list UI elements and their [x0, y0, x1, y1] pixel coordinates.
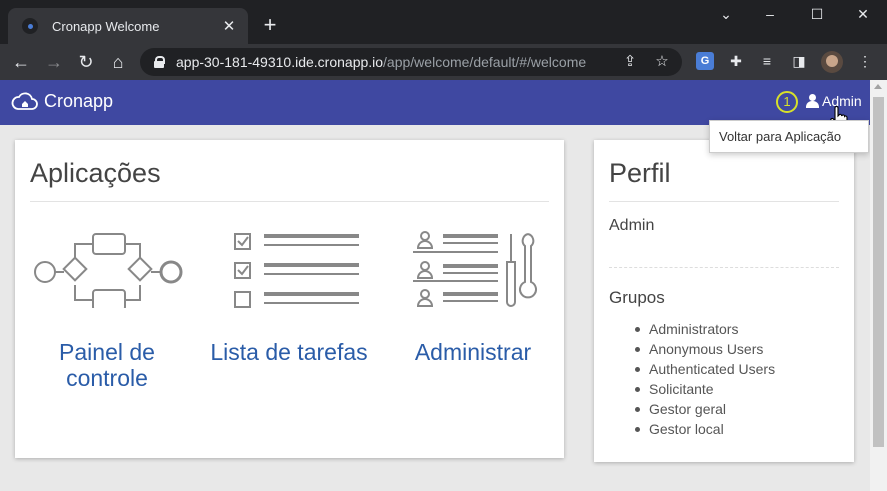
chevron-down-icon[interactable]: ⌄	[714, 6, 738, 23]
forward-arrow-icon[interactable]: →	[41, 49, 67, 75]
menu-item-voltar[interactable]: Voltar para Aplicação	[719, 129, 841, 144]
browser-toolbar: ← → ↻ ⌂ app-30-181-49310.ide.cronapp.io /…	[0, 44, 887, 80]
maximize-button[interactable]: ☐	[805, 6, 829, 23]
new-tab-button[interactable]: +	[258, 12, 282, 38]
lock-icon	[154, 56, 165, 68]
group-item: Anonymous Users	[634, 339, 775, 359]
page-viewport: Cronapp 1 Admin Aplicações Painel de con…	[0, 80, 887, 491]
favicon-icon	[22, 18, 38, 34]
vertical-scrollbar[interactable]	[870, 80, 887, 491]
user-icon	[806, 94, 819, 108]
group-item: Gestor local	[634, 419, 775, 439]
profile-card: Perfil Admin Grupos Administrators Anony…	[594, 140, 854, 462]
groups-title: Grupos	[609, 288, 665, 307]
step-number-badge: 1	[776, 91, 798, 113]
workflow-icon	[34, 233, 183, 311]
scroll-up-arrow-icon[interactable]	[874, 84, 882, 89]
scrollbar-thumb[interactable]	[873, 97, 884, 447]
address-bar[interactable]: app-30-181-49310.ide.cronapp.io/app/welc…	[140, 48, 682, 76]
group-item: Authenticated Users	[634, 361, 776, 377]
app-lista-de-tarefas[interactable]: Lista de tarefas	[209, 228, 369, 365]
brand-logo[interactable]: Cronapp	[10, 90, 113, 112]
group-item: Administrators	[634, 319, 775, 339]
url-host: app-30-181-49310.ide.cronapp.io	[176, 54, 384, 70]
divider	[30, 201, 549, 202]
home-icon[interactable]: ⌂	[105, 49, 131, 75]
app-painel-de-controle[interactable]: Painel de controle	[27, 228, 187, 391]
dashed-divider	[609, 267, 839, 268]
translate-extension-icon[interactable]: G	[696, 52, 714, 70]
menu-kebab-icon[interactable]: ⋮	[854, 50, 876, 72]
close-tab-icon[interactable]: ✕	[220, 17, 238, 35]
profile-avatar[interactable]	[821, 51, 843, 73]
close-window-button[interactable]: ✕	[851, 6, 875, 23]
top-navbar: Cronapp 1 Admin	[0, 80, 870, 125]
group-item: Solicitante	[634, 379, 775, 399]
applications-title: Aplicações	[30, 158, 161, 188]
divider	[609, 201, 839, 202]
group-item: Gestor geral	[634, 399, 775, 419]
browser-tab[interactable]: Cronapp Welcome ✕	[8, 8, 248, 44]
app-label: Lista de tarefas	[210, 339, 368, 365]
app-label: Painel de controle	[59, 339, 155, 391]
tab-title: Cronapp Welcome	[52, 18, 160, 34]
checklist-icon	[234, 233, 359, 308]
minimize-button[interactable]: –	[758, 6, 782, 22]
bookmark-star-icon[interactable]: ☆	[652, 52, 672, 70]
share-icon[interactable]: ⇪	[620, 52, 640, 70]
reload-icon[interactable]: ↻	[73, 49, 99, 75]
profile-title: Perfil	[609, 158, 671, 188]
groups-list: Administrators Anonymous Users Authentic…	[634, 319, 776, 439]
browser-tab-strip: Cronapp Welcome ✕ + ⌄ – ☐ ✕	[0, 0, 887, 44]
extensions-puzzle-icon[interactable]: ✚	[725, 50, 747, 72]
brand-name: Cronapp	[44, 90, 114, 111]
app-label: Administrar	[414, 339, 532, 365]
side-panel-icon[interactable]: ◨	[788, 50, 810, 72]
profile-username: Admin	[609, 217, 655, 234]
applications-card: Aplicações Painel de controle Lista de t…	[15, 140, 564, 458]
back-arrow-icon[interactable]: ←	[8, 49, 34, 75]
media-control-icon[interactable]: ≡	[756, 50, 778, 72]
app-administrar[interactable]: Administrar	[393, 228, 553, 365]
admin-tools-icon	[413, 231, 537, 307]
user-dropdown-menu: Voltar para Aplicação	[709, 120, 869, 153]
cloud-icon	[11, 92, 38, 110]
url-path: /app/welcome/default/#/welcome	[383, 54, 587, 70]
